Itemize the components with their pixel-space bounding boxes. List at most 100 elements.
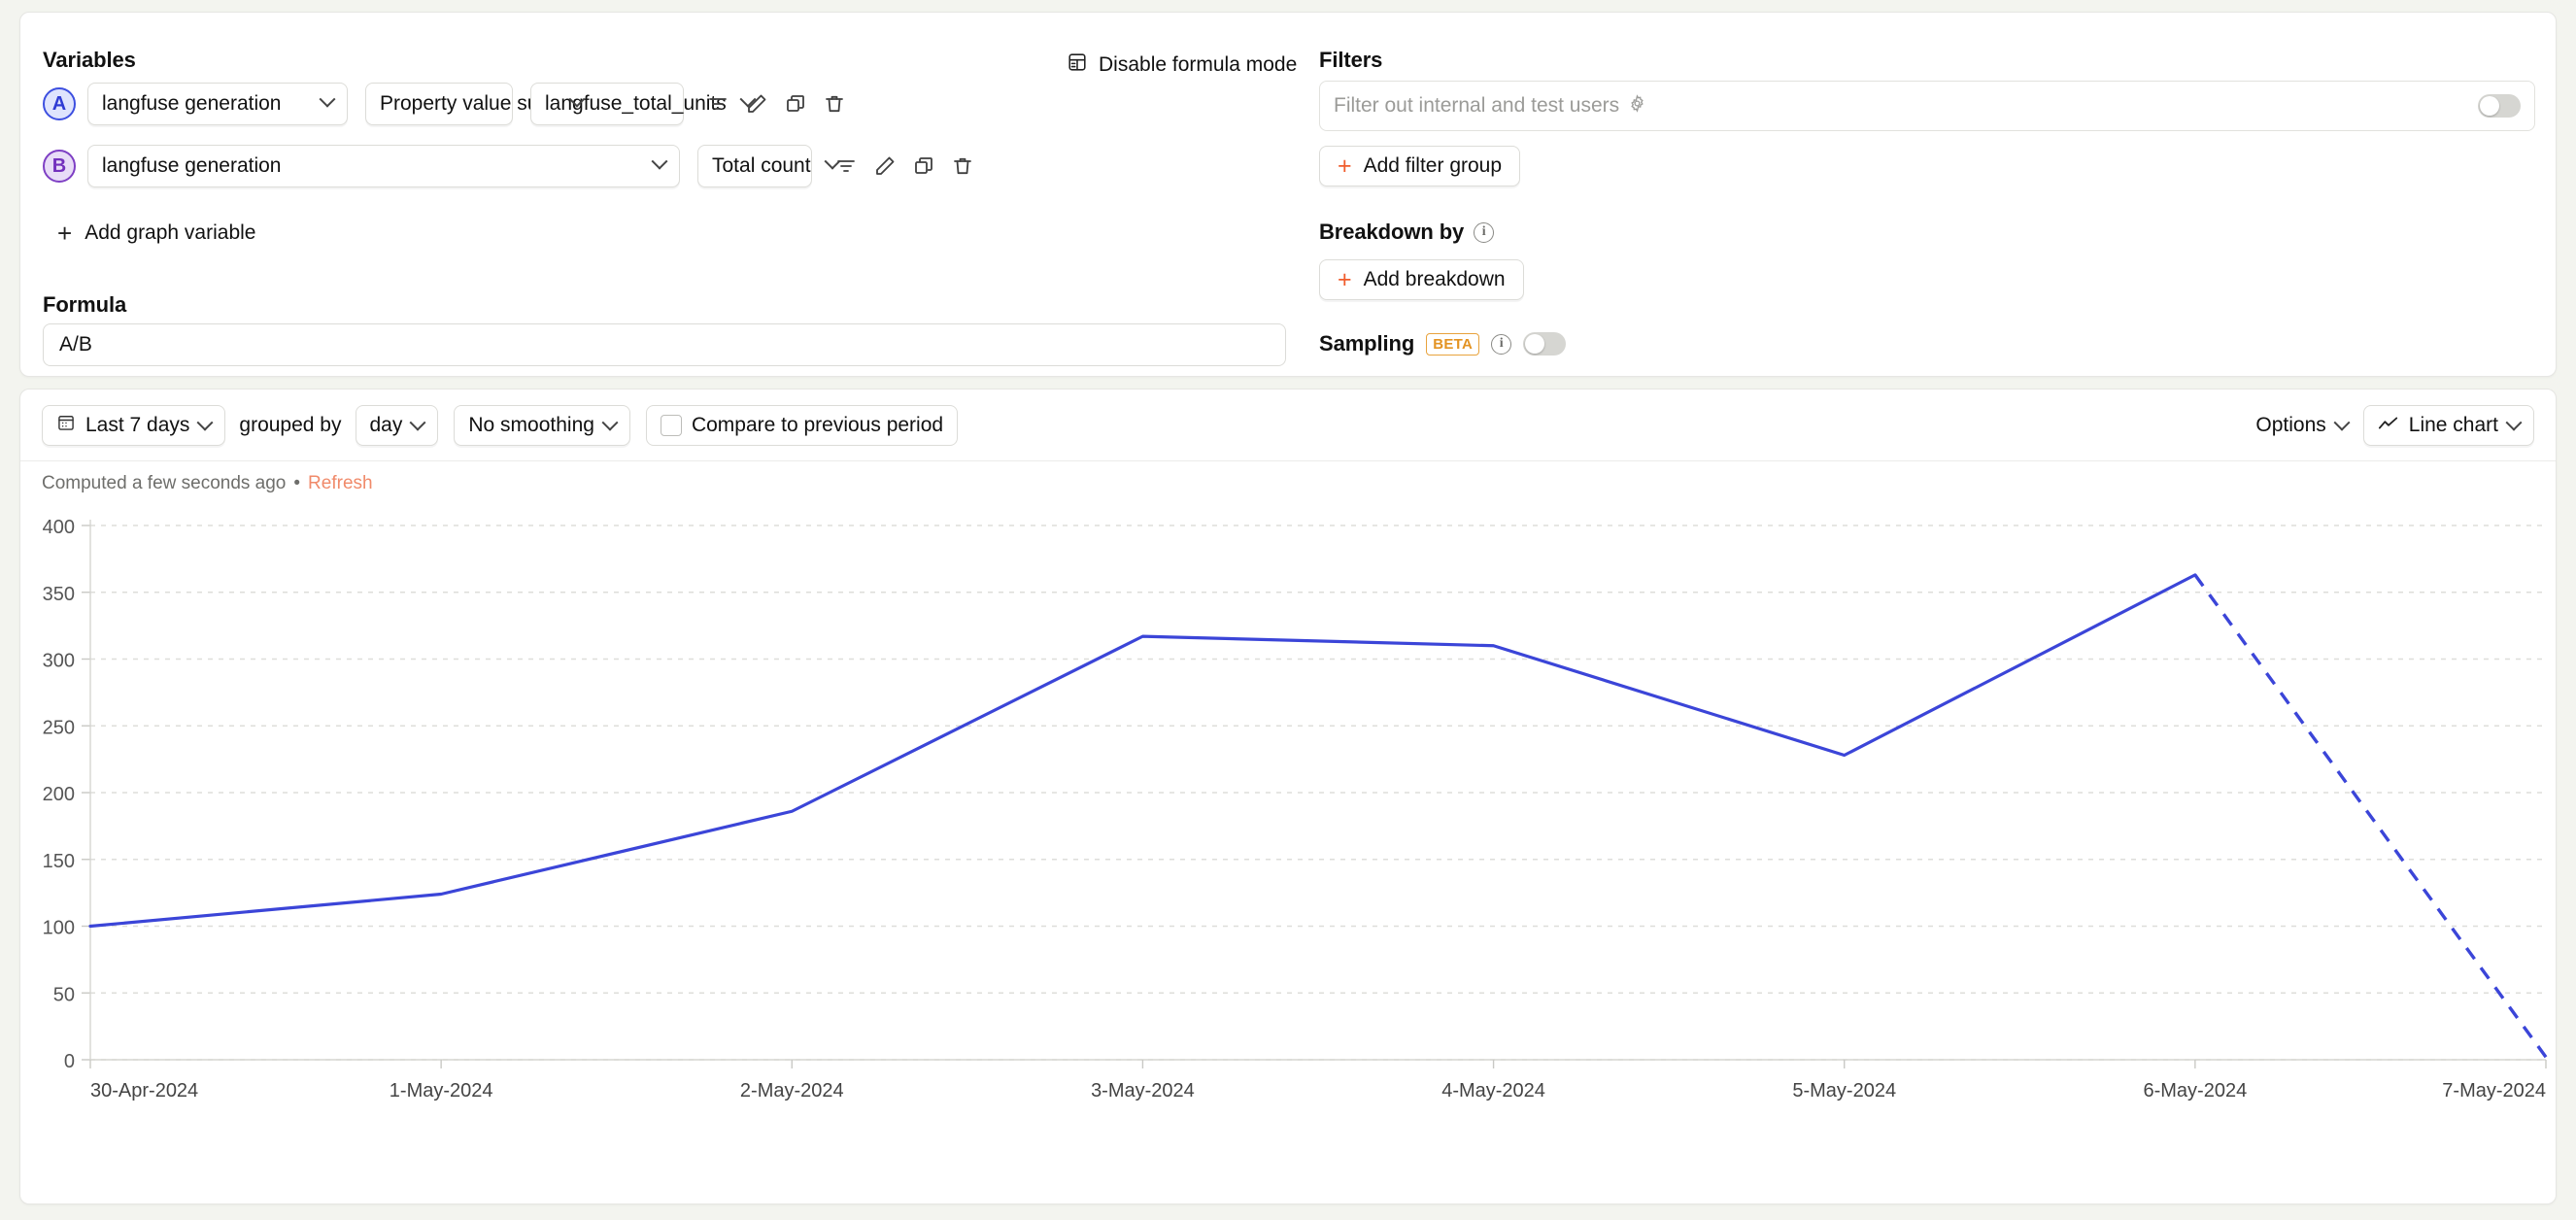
internal-users-filter-placeholder-group: Filter out internal and test users [1334, 93, 1646, 119]
internal-users-filter-toggle[interactable] [2478, 94, 2521, 118]
plus-icon: + [1338, 265, 1352, 293]
chevron-down-icon [196, 414, 214, 437]
add-graph-variable-label: Add graph variable [85, 221, 256, 244]
compare-to-previous-period-label: Compare to previous period [691, 413, 944, 436]
variable-a-event-select[interactable]: langfuse generation [87, 83, 348, 125]
chart-type-value: Line chart [2408, 413, 2498, 436]
interval-select[interactable]: day [355, 404, 439, 446]
calendar-icon [56, 413, 76, 438]
svg-text:7-May-2024: 7-May-2024 [2442, 1080, 2546, 1101]
chart-type-select[interactable]: Line chart [2362, 404, 2534, 446]
options-button[interactable]: Options [2246, 405, 2356, 446]
variable-b-event-value: langfuse generation [102, 154, 282, 177]
info-icon[interactable]: i [1491, 333, 1512, 355]
date-range-select[interactable]: Last 7 days [42, 404, 226, 446]
internal-users-filter-placeholder: Filter out internal and test users [1334, 94, 1620, 117]
variable-b-aggregation-value: Total count [712, 154, 811, 177]
variable-row-b: B langfuse generation Total count [43, 145, 979, 187]
formula-input[interactable]: A/B [43, 323, 1286, 366]
filters-section-label: Filters [1319, 48, 1383, 72]
svg-text:400: 400 [43, 517, 75, 538]
duplicate-icon[interactable] [779, 87, 812, 120]
svg-text:6-May-2024: 6-May-2024 [2143, 1080, 2247, 1101]
variable-a-actions [701, 87, 851, 120]
chevron-down-icon [2333, 414, 2351, 437]
smoothing-select[interactable]: No smoothing [454, 404, 630, 446]
options-label: Options [2255, 413, 2326, 436]
svg-text:100: 100 [43, 918, 75, 939]
trash-icon[interactable] [946, 150, 979, 183]
filter-icon[interactable] [701, 87, 734, 120]
chevron-down-icon [409, 414, 426, 437]
beta-badge: BETA [1426, 332, 1480, 356]
chevron-down-icon [319, 90, 336, 112]
add-filter-group-label: Add filter group [1363, 154, 1503, 177]
svg-text:50: 50 [53, 984, 75, 1005]
svg-text:200: 200 [43, 784, 75, 805]
svg-text:2-May-2024: 2-May-2024 [740, 1080, 844, 1101]
add-breakdown-button[interactable]: + Add breakdown [1319, 259, 1524, 300]
chevron-down-icon [601, 414, 619, 437]
variable-b-actions [830, 150, 979, 183]
add-graph-variable-button[interactable]: + Add graph variable [57, 220, 255, 246]
grouped-by-label: grouped by [239, 413, 342, 436]
calculator-icon [1067, 51, 1088, 79]
variable-a-aggregation-value: Property value sum [380, 92, 556, 115]
svg-text:0: 0 [64, 1051, 75, 1072]
chart-card: Last 7 days grouped by day No smoothing … [19, 389, 2557, 1204]
line-chart-plot: 0 50 100 150 200 250 300 350 400 30-Apr-2024 1-May… [43, 517, 2548, 1101]
chart-toolbar: Last 7 days grouped by day No smoothing … [20, 390, 2556, 461]
svg-text:4-May-2024: 4-May-2024 [1441, 1080, 1545, 1101]
variable-b-aggregation-select[interactable]: Total count [697, 145, 841, 187]
variable-row-a: A langfuse generation Property value sum… [43, 83, 851, 125]
disable-formula-mode-button[interactable]: Disable formula mode [1067, 51, 1297, 79]
trash-icon[interactable] [818, 87, 851, 120]
variable-badge-a: A [43, 87, 76, 120]
svg-text:3-May-2024: 3-May-2024 [1091, 1080, 1195, 1101]
duplicate-icon[interactable] [907, 150, 940, 183]
variable-badge-b: B [43, 150, 76, 183]
status-separator: • [293, 473, 301, 493]
svg-text:150: 150 [43, 851, 75, 872]
interval-value: day [369, 413, 403, 436]
checkbox-box[interactable] [660, 414, 682, 436]
variable-b-event-select[interactable]: langfuse generation [87, 145, 680, 187]
internal-users-filter-row: Filter out internal and test users [1319, 81, 2535, 131]
gear-icon[interactable] [1628, 93, 1646, 119]
computed-status-row: Computed a few seconds ago • Refresh [42, 473, 373, 494]
plus-icon: + [57, 219, 73, 248]
svg-text:300: 300 [43, 651, 75, 672]
svg-text:250: 250 [43, 717, 75, 738]
variable-a-event-value: langfuse generation [102, 92, 282, 115]
formula-section-label: Formula [43, 292, 127, 317]
sampling-toggle[interactable] [1523, 332, 1567, 356]
variable-a-property-select[interactable]: langfuse_total_units [530, 83, 757, 125]
chevron-down-icon [651, 152, 668, 174]
info-icon[interactable]: i [1474, 221, 1495, 243]
query-configuration-card: Variables A langfuse generation Property… [19, 12, 2557, 377]
chart-toolbar-right: Options Line chart [2246, 404, 2534, 446]
sampling-label: Sampling [1319, 331, 1415, 356]
formula-value: A/B [59, 333, 92, 356]
variables-section-label: Variables [43, 48, 136, 72]
add-breakdown-label: Add breakdown [1363, 268, 1506, 290]
smoothing-value: No smoothing [468, 413, 594, 436]
disable-formula-mode-label: Disable formula mode [1099, 53, 1298, 76]
line-chart-icon [2378, 414, 2399, 437]
chevron-down-icon [2505, 414, 2523, 437]
svg-text:30-Apr-2024: 30-Apr-2024 [90, 1080, 198, 1101]
breakdown-label-text: Breakdown by [1319, 220, 1465, 244]
compare-to-previous-period-checkbox[interactable]: Compare to previous period [645, 404, 959, 446]
svg-text:5-May-2024: 5-May-2024 [1792, 1080, 1896, 1101]
computed-text: Computed a few seconds ago [42, 473, 287, 493]
refresh-link[interactable]: Refresh [308, 473, 373, 494]
svg-text:1-May-2024: 1-May-2024 [390, 1080, 493, 1101]
plus-icon: + [1338, 152, 1352, 180]
sampling-row: Sampling BETA i [1319, 331, 1567, 356]
variable-a-aggregation-select[interactable]: Property value sum [365, 83, 586, 125]
date-range-value: Last 7 days [85, 413, 190, 436]
svg-text:350: 350 [43, 584, 75, 605]
add-filter-group-button[interactable]: + Add filter group [1319, 146, 1521, 186]
breakdown-section-label: Breakdown by i [1319, 220, 1495, 245]
pencil-icon[interactable] [868, 150, 901, 183]
